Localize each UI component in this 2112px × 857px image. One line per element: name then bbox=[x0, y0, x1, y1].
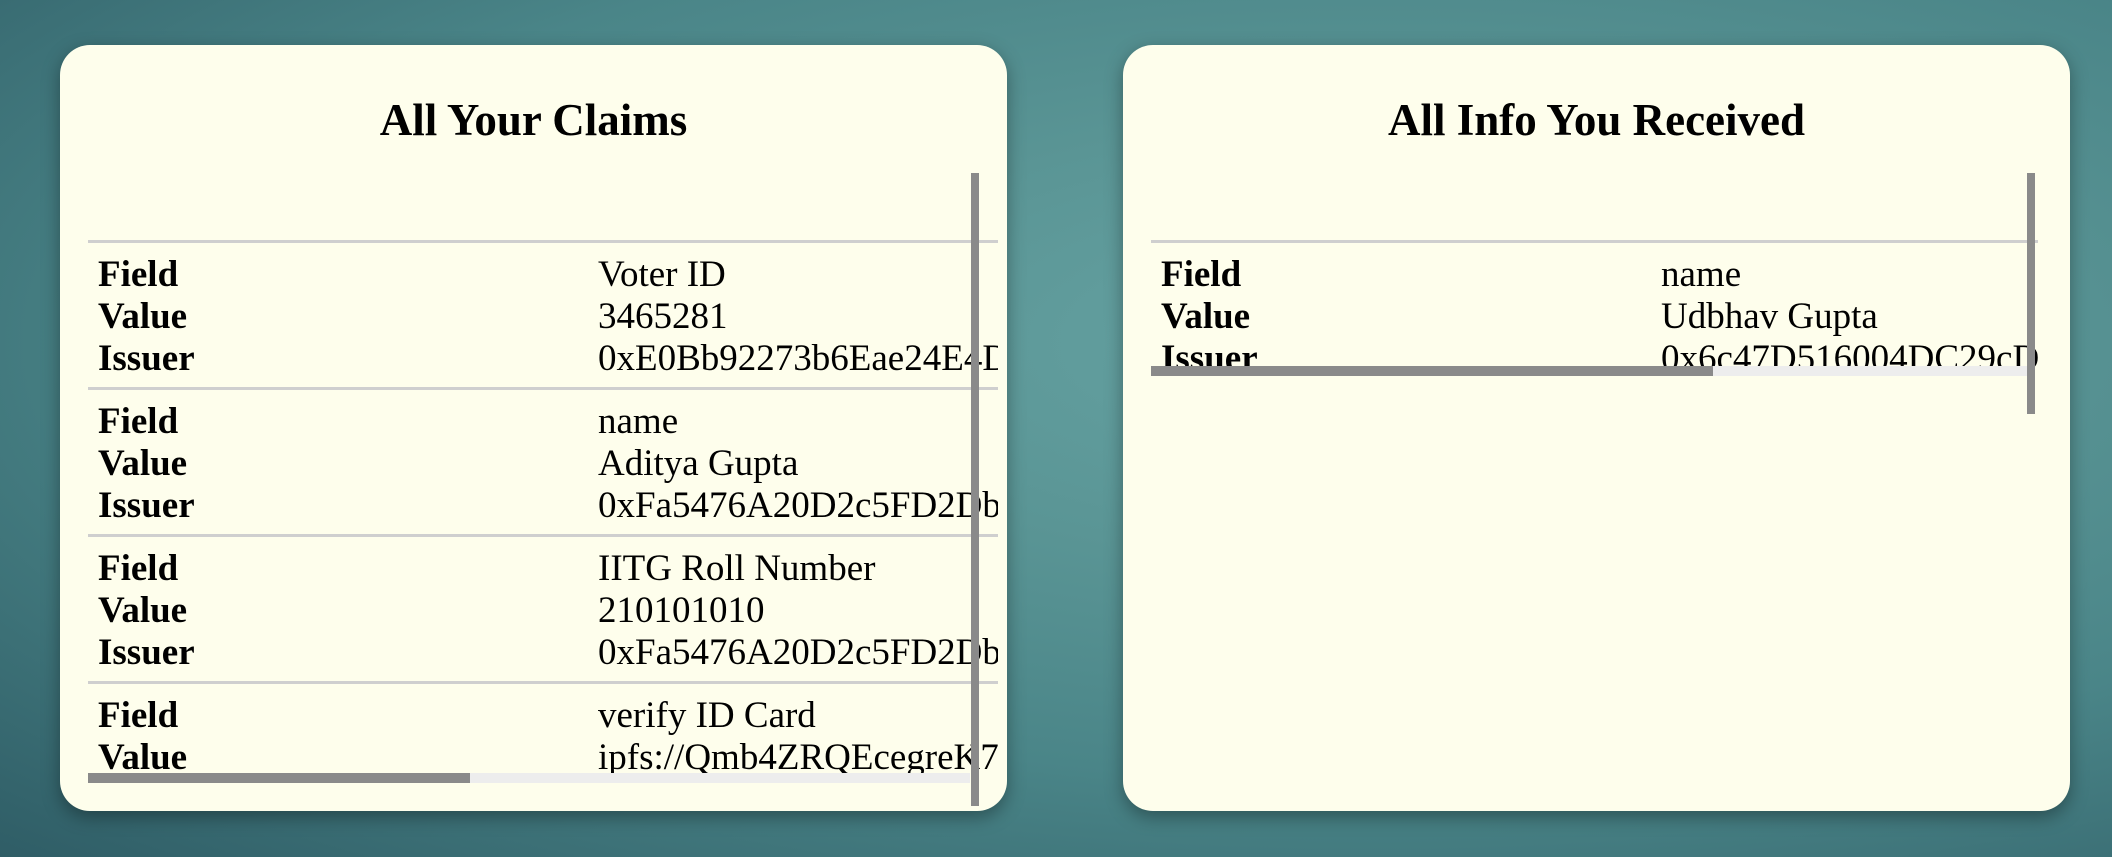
field-label: Field bbox=[98, 254, 179, 295]
field-value: verify ID Card bbox=[598, 695, 816, 736]
claims-title: All Your Claims bbox=[379, 95, 688, 145]
field-value: IITG Roll Number bbox=[598, 548, 876, 589]
value-row: Value 3465281 bbox=[88, 296, 998, 338]
value-value: 3465281 bbox=[598, 296, 728, 337]
field-label: Field bbox=[98, 695, 179, 736]
field-label: Field bbox=[98, 401, 179, 442]
issuer-label: Issuer bbox=[98, 632, 195, 673]
value-row: Value Aditya Gupta bbox=[88, 443, 998, 485]
claims-horizontal-scroll-thumb[interactable] bbox=[88, 773, 470, 783]
field-value: name bbox=[598, 401, 679, 442]
value-label: Value bbox=[98, 590, 188, 631]
received-card: All Info You Received Field name Value Udbh… bbox=[1123, 45, 2070, 811]
issuer-row: Issuer 0xFa5476A20D2c5FD2Db bbox=[88, 485, 998, 527]
received-title: All Info You Received bbox=[1387, 95, 1806, 145]
issuer-label: Issuer bbox=[98, 338, 195, 379]
received-vertical-scrollbar[interactable] bbox=[2027, 173, 2035, 414]
field-row: Field name bbox=[1151, 254, 2038, 296]
value-row: Value Udbhav Gupta bbox=[1151, 296, 2038, 338]
claim-entry: Field IITG Roll Number Value 210101010 Issue… bbox=[88, 537, 998, 684]
field-label: Field bbox=[98, 548, 179, 589]
value-label: Value bbox=[98, 296, 188, 337]
value-label: Value bbox=[1161, 296, 1251, 337]
claim-entry: Field name Value Aditya Gupta Issuer 0xFa5476… bbox=[88, 390, 998, 537]
received-horizontal-scrollbar[interactable] bbox=[1151, 366, 2027, 376]
field-value: Voter ID bbox=[598, 254, 726, 295]
issuer-value: 0xFa5476A20D2c5FD2Db bbox=[598, 485, 998, 526]
claims-list: Field Voter ID Value 3465281 Issuer 0xE0Bb922… bbox=[88, 240, 998, 783]
field-row: Field Voter ID bbox=[88, 254, 998, 296]
field-row: Field IITG Roll Number bbox=[88, 548, 998, 590]
field-row: Field verify ID Card bbox=[88, 695, 998, 737]
claims-scroll-area[interactable]: Field Voter ID Value 3465281 Issuer 0xE0Bb922… bbox=[88, 173, 998, 783]
received-scroll-area[interactable]: Field name Value Udbhav Gupta Issuer 0x6c47D5… bbox=[1151, 173, 2038, 377]
claim-entry: Field Voter ID Value 3465281 Issuer 0xE0Bb922… bbox=[88, 243, 998, 390]
value-row: Value 210101010 bbox=[88, 590, 998, 632]
claims-vertical-scrollbar[interactable] bbox=[971, 173, 979, 806]
issuer-row: Issuer 0xFa5476A20D2c5FD2Db bbox=[88, 632, 998, 674]
claims-card: All Your Claims Field Voter ID Value 346528… bbox=[60, 45, 1007, 811]
issuer-value: 0xE0Bb92273b6Eae24E4D bbox=[598, 338, 998, 379]
claim-entry: Field name Value Udbhav Gupta Issuer 0x6c47D5… bbox=[1151, 243, 2038, 377]
value-value: Udbhav Gupta bbox=[1661, 296, 1878, 337]
field-label: Field bbox=[1161, 254, 1242, 295]
claims-horizontal-scrollbar[interactable] bbox=[88, 773, 970, 783]
received-list: Field name Value Udbhav Gupta Issuer 0x6c47D5… bbox=[1151, 240, 2038, 377]
value-value: Aditya Gupta bbox=[598, 443, 799, 484]
value-value: 210101010 bbox=[598, 590, 765, 631]
claim-entry: Field verify ID Card Value ipfs://Qmb4ZRQEc… bbox=[88, 684, 998, 783]
received-horizontal-scroll-thumb[interactable] bbox=[1151, 366, 1713, 376]
issuer-row: Issuer 0xE0Bb92273b6Eae24E4D bbox=[88, 338, 998, 380]
issuer-value: 0xFa5476A20D2c5FD2Db bbox=[598, 632, 998, 673]
issuer-label: Issuer bbox=[98, 485, 195, 526]
field-row: Field name bbox=[88, 401, 998, 443]
field-value: name bbox=[1661, 254, 1742, 295]
value-label: Value bbox=[98, 443, 188, 484]
